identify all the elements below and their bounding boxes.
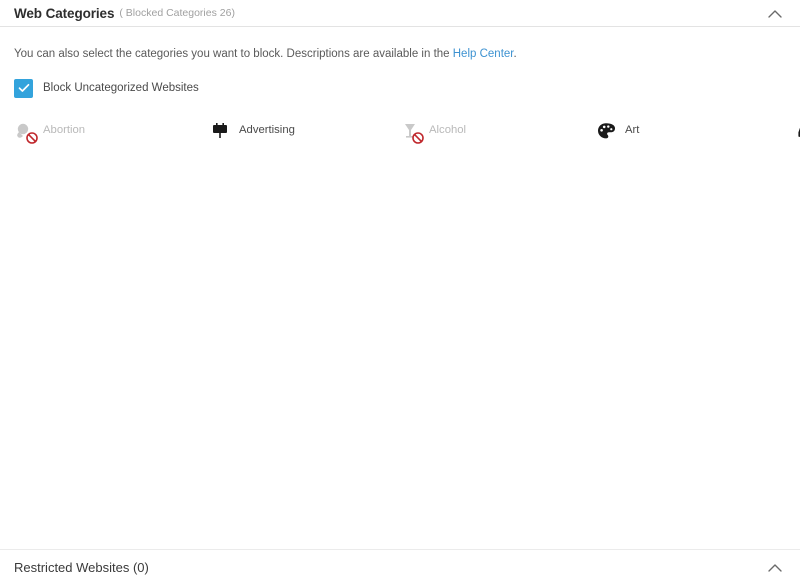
category-label: Art (625, 124, 639, 138)
category-item-automotive[interactable]: Automotive (792, 114, 800, 149)
block-uncategorized-row[interactable]: Block Uncategorized Websites (0, 62, 800, 98)
category-label: Alcohol (429, 124, 466, 138)
art-palette-icon (596, 121, 616, 141)
restricted-websites-section[interactable]: Restricted Websites (0) (0, 549, 800, 585)
category-item-abortion[interactable]: Abortion (10, 114, 206, 149)
description-text: You can also select the categories you w… (0, 27, 800, 62)
chevron-up-icon[interactable] (766, 4, 784, 22)
blocked-count-label: ( Blocked Categories 26) (119, 7, 235, 19)
category-label: Abortion (43, 124, 85, 138)
restricted-websites-title: Restricted Websites (0) (14, 560, 149, 575)
alcohol-icon (400, 121, 420, 141)
car-icon (796, 121, 800, 141)
category-item-advertising[interactable]: Advertising (206, 114, 396, 149)
chevron-up-icon[interactable] (766, 559, 784, 577)
help-center-link[interactable]: Help Center (453, 48, 514, 60)
blocked-badge-icon (412, 132, 424, 144)
category-grid: AbortionAdvertisingAlcoholArtAutomotiveB… (0, 114, 800, 149)
category-item-alcohol[interactable]: Alcohol (396, 114, 592, 149)
category-item-art[interactable]: Art (592, 114, 792, 149)
panel-header: Web Categories ( Blocked Categories 26) (0, 0, 800, 27)
description-suffix: . (513, 48, 516, 60)
description-prefix: You can also select the categories you w… (14, 48, 453, 60)
abortion-icon (14, 121, 34, 141)
check-icon (18, 83, 30, 93)
block-uncategorized-checkbox[interactable] (14, 79, 33, 98)
blocked-badge-icon (26, 132, 38, 144)
advertising-icon (210, 121, 230, 141)
category-label: Advertising (239, 124, 295, 138)
block-uncategorized-label: Block Uncategorized Websites (43, 82, 199, 94)
page-title: Web Categories (14, 6, 114, 21)
